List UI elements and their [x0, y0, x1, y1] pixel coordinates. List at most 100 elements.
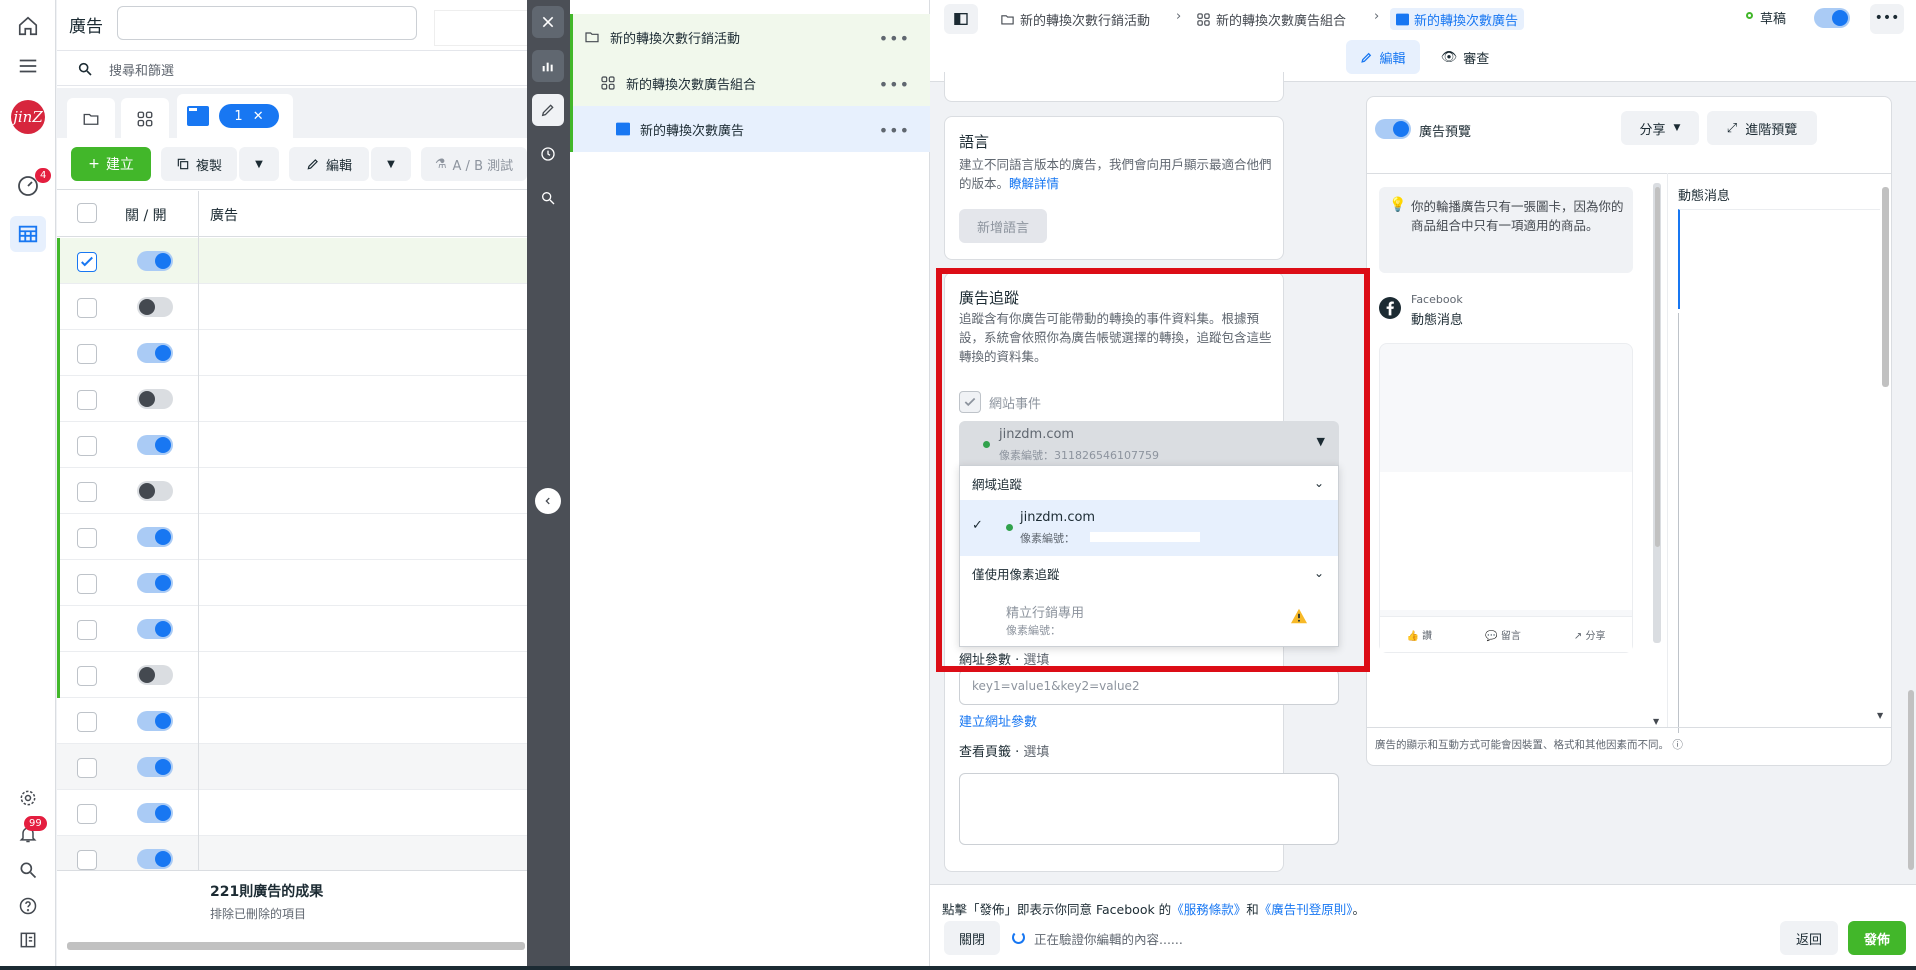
report-icon[interactable]	[10, 922, 46, 958]
close-editor-icon[interactable]	[532, 6, 564, 38]
row-checkbox[interactable]	[77, 620, 97, 640]
row-checkbox[interactable]	[77, 712, 97, 732]
date-selector[interactable]	[434, 10, 534, 46]
table-row[interactable]	[57, 514, 527, 560]
sidebar-toggle-icon[interactable]	[944, 4, 978, 34]
menu-icon[interactable]	[10, 48, 46, 84]
table-row[interactable]	[57, 652, 527, 698]
row-checkbox[interactable]	[77, 482, 97, 502]
search-bar[interactable]: 搜尋和篩選	[57, 50, 527, 86]
tab-ads[interactable]: 1 ✕	[177, 94, 293, 140]
row-toggle[interactable]	[137, 573, 173, 593]
create-button[interactable]: + 建立	[71, 147, 151, 181]
more-icon[interactable]: •••	[1870, 4, 1904, 34]
account-selector[interactable]	[117, 6, 417, 40]
copy-button[interactable]: 複製	[161, 147, 237, 181]
breadcrumb-adset[interactable]: 新的轉換次數廣告組合	[1196, 8, 1346, 30]
row-toggle[interactable]	[137, 389, 173, 409]
tab-edit[interactable]: 編輯	[1346, 40, 1420, 74]
row-checkbox[interactable]	[77, 666, 97, 686]
more-icon[interactable]: •••	[879, 29, 910, 48]
row-toggle[interactable]	[137, 803, 173, 823]
row-checkbox[interactable]	[77, 574, 97, 594]
collapse-arrow-icon[interactable]	[535, 488, 561, 514]
row-checkbox[interactable]	[77, 344, 97, 364]
breadcrumb-campaign[interactable]: 新的轉換次數行銷活動	[1000, 8, 1150, 30]
tab-adsets[interactable]	[121, 98, 169, 140]
table-row[interactable]	[57, 790, 527, 836]
tree-campaign[interactable]: 新的轉換次數行銷活動 •••	[570, 14, 930, 60]
tree-ad[interactable]: 新的轉換次數廣告 •••	[570, 106, 930, 152]
row-toggle[interactable]	[137, 481, 173, 501]
tab-review[interactable]: 👁 審查	[1430, 40, 1500, 74]
table-row[interactable]	[57, 606, 527, 652]
breadcrumb-ad[interactable]: 新的轉換次數廣告	[1390, 8, 1525, 30]
row-checkbox[interactable]	[77, 390, 97, 410]
close-button[interactable]: 關閉	[944, 921, 1000, 955]
pencil-icon[interactable]	[532, 94, 564, 126]
back-button[interactable]: 返回	[1780, 921, 1838, 955]
row-checkbox[interactable]	[77, 298, 97, 318]
row-toggle[interactable]	[137, 297, 173, 317]
editor-scrollbar[interactable]	[1908, 690, 1914, 870]
ad-toggle[interactable]	[1814, 8, 1850, 28]
edit-dropdown[interactable]: ▼	[371, 147, 411, 181]
home-icon[interactable]	[10, 8, 46, 44]
search-icon[interactable]	[10, 852, 46, 888]
tree-adset[interactable]: 新的轉換次數廣告組合 •••	[570, 60, 930, 106]
section-pixel-only[interactable]: 僅使用像素追蹤 ⌄	[960, 556, 1338, 590]
row-checkbox[interactable]	[77, 252, 97, 272]
table-row[interactable]	[57, 422, 527, 468]
ad-policy-link[interactable]: 《廣告刊登原則》	[1259, 902, 1353, 917]
close-icon[interactable]: ✕	[253, 109, 264, 124]
selected-count-pill[interactable]: 1 ✕	[219, 104, 279, 128]
website-events-checkbox[interactable]	[959, 391, 981, 413]
row-toggle[interactable]	[137, 619, 173, 639]
preview-toggle[interactable]	[1375, 119, 1411, 139]
like-button[interactable]: 👍 讚	[1407, 627, 1433, 642]
row-toggle[interactable]	[137, 435, 173, 455]
account-avatar[interactable]: jinZ	[11, 100, 45, 134]
row-toggle[interactable]	[137, 527, 173, 547]
build-url-params-link[interactable]: 建立網址參數	[959, 711, 1037, 730]
help-icon[interactable]	[10, 888, 46, 924]
row-checkbox[interactable]	[77, 758, 97, 778]
more-icon[interactable]: •••	[879, 75, 910, 94]
publish-button[interactable]: 發佈	[1848, 921, 1906, 955]
row-toggle[interactable]	[137, 757, 173, 777]
row-checkbox[interactable]	[77, 528, 97, 548]
comment-button[interactable]: 💬 留言	[1485, 627, 1521, 642]
edit-button[interactable]: 編輯	[289, 147, 369, 181]
advanced-preview-button[interactable]: ⤢ 進階預覽	[1707, 111, 1817, 145]
zoom-icon[interactable]	[532, 182, 564, 214]
table-row[interactable]	[57, 238, 527, 284]
row-toggle[interactable]	[137, 849, 173, 869]
terms-link[interactable]: 《服務條款》	[1171, 902, 1246, 917]
view-tags-input[interactable]	[959, 773, 1339, 845]
table-row[interactable]	[57, 376, 527, 422]
chart-icon[interactable]	[532, 50, 564, 82]
tab-campaigns[interactable]	[67, 98, 115, 140]
row-checkbox[interactable]	[77, 436, 97, 456]
more-icon[interactable]: •••	[879, 121, 910, 140]
table-row[interactable]	[57, 330, 527, 376]
row-toggle[interactable]	[137, 343, 173, 363]
share-button[interactable]: 分享 ▼	[1621, 111, 1699, 145]
learn-more-link[interactable]: 瞭解詳情	[1009, 176, 1059, 191]
row-toggle[interactable]	[137, 251, 173, 271]
add-language-button[interactable]: 新增語言	[959, 209, 1047, 243]
option-pixel[interactable]: 精立行銷專用 像素編號：	[960, 590, 1338, 646]
row-checkbox[interactable]	[77, 804, 97, 824]
horizontal-scrollbar[interactable]	[67, 942, 525, 950]
ab-test-button[interactable]: ⚗ A / B 測試	[421, 147, 527, 181]
section-domain-tracking[interactable]: 網域追蹤 ⌄	[960, 466, 1338, 500]
row-checkbox[interactable]	[77, 850, 97, 870]
table-icon[interactable]	[10, 216, 46, 252]
table-row[interactable]	[57, 560, 527, 606]
table-row[interactable]	[57, 698, 527, 744]
dataset-selector[interactable]: jinzdm.com 像素編號：311826546107759 ▼	[959, 421, 1339, 465]
right-scroll-thumb[interactable]	[1882, 187, 1889, 387]
gear-icon[interactable]	[10, 780, 46, 816]
option-domain[interactable]: ✓ jinzdm.com 像素編號：	[960, 500, 1338, 556]
table-row[interactable]	[57, 284, 527, 330]
